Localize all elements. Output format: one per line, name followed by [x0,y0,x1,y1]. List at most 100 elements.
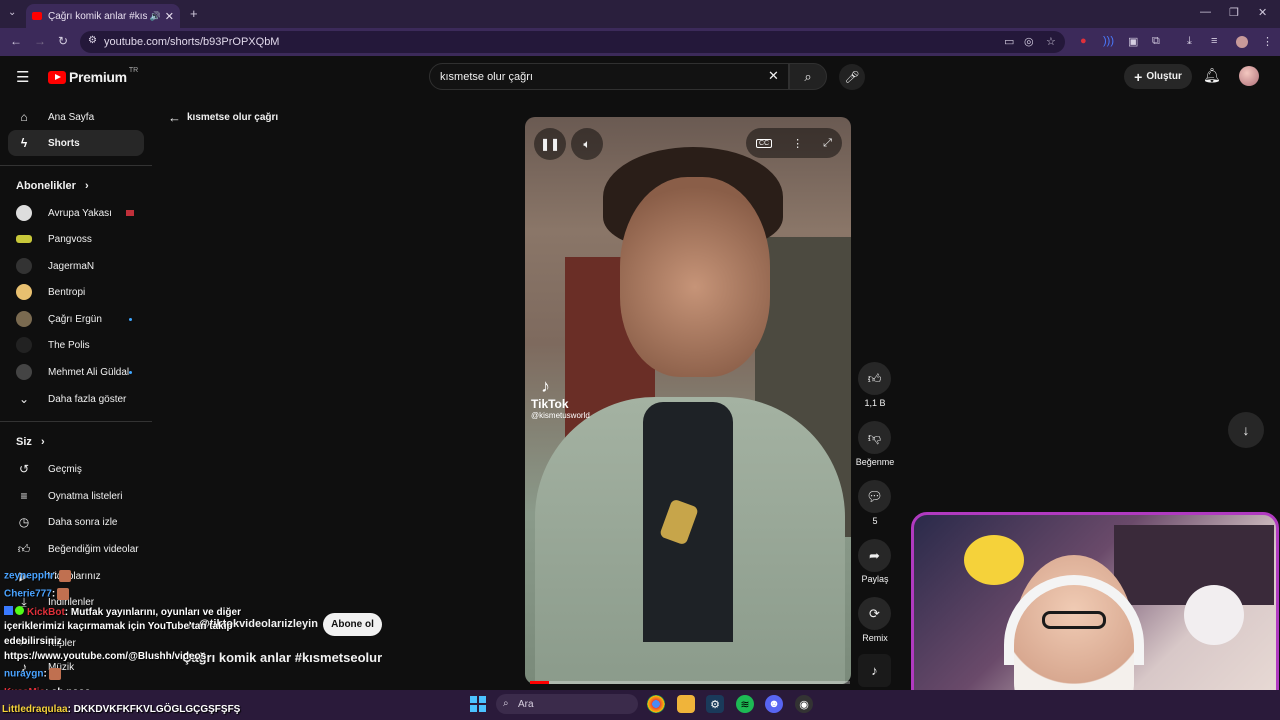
clear-search-icon[interactable]: ✕ [768,68,779,84]
file-explorer-icon[interactable] [677,695,695,713]
sidebar-channel-jagerman[interactable]: JagermaN [8,253,144,279]
address-bar[interactable]: ⚙ youtube.com/shorts/b93PrOPXQbM [80,31,1065,53]
share-icon: ➦ [869,547,880,563]
notifications-bell-icon[interactable]: 🔔︎ [1203,67,1221,84]
playlist-icon: ≡ [20,489,28,503]
sidebar-item-shorts[interactable]: ϟ Shorts [8,130,144,156]
reload-icon[interactable]: ↻ [58,34,68,48]
pause-icon: ❚❚ [539,137,561,151]
comment-count: 5 [872,516,878,526]
search-icon: ⌕ [503,698,509,709]
remix-button[interactable]: ⟳ [858,597,891,630]
chat-message: KickBot: Mutfak yayınlarını, oyunları ve… [4,606,241,618]
bot-badge-icon [4,606,13,615]
window-close-icon[interactable]: ✕ [1258,6,1267,19]
emote-icon [48,668,61,680]
sidebar-channel-bentropi[interactable]: Bentropi [8,279,144,305]
chat-message: https://www.youtube.com/@Blushh/videos [4,651,207,662]
sidebar-channel-the-polis[interactable]: The Polis [8,332,144,358]
new-content-dot [129,371,132,374]
eye-off-icon[interactable]: ◎ [1024,35,1034,48]
audio-playing-icon[interactable]: 🔊 [150,11,161,22]
browser-tab[interactable]: Çağrı komik anlar #kısmets 🔊 ✕ [26,4,180,28]
channel-avatar [16,235,32,243]
more-options-icon[interactable]: ⋮ [792,137,803,150]
share-button[interactable]: ➦ [858,539,891,572]
tab-list-icon[interactable]: ⌄ [8,7,16,18]
extension-red-icon[interactable]: ● [1080,35,1087,47]
voice-search-button[interactable]: 🎤︎ [839,64,865,90]
dislike-button[interactable]: 👎︎ [858,421,891,454]
minimize-icon[interactable]: — [1200,6,1211,18]
chrome-icon[interactable] [647,695,665,713]
captions-icon[interactable]: CC [756,138,773,148]
new-tab-icon[interactable]: + [190,6,198,21]
next-video-button[interactable]: ↓ [1228,412,1264,448]
search-button[interactable]: ⌕ [789,63,827,90]
video-title[interactable]: Çağrı komik anlar #kısmetseolur [182,650,382,665]
create-button[interactable]: + Oluştur [1124,64,1192,89]
comments-button[interactable]: 💬︎ [858,480,891,513]
dislike-label: Beğenme [855,457,895,467]
pause-button[interactable]: ❚❚ [534,128,566,160]
sidebar-item-watch-later[interactable]: ◷ Daha sonra izle [8,509,144,535]
sidebar-item-liked-videos[interactable]: 👍︎ Beğendiğim videolar [8,536,144,562]
sidebar-item-playlists[interactable]: ≡ Oynatma listeleri [8,483,144,509]
channel-avatar [16,284,32,300]
chevron-right-icon: › [84,180,89,192]
download-icon[interactable]: ⤓ [1187,35,1192,48]
subscriptions-heading[interactable]: Abonelikler › [16,180,89,192]
sidebar-channel-avrupa-yakasi[interactable]: Avrupa Yakası [8,200,144,226]
extensions-puzzle-icon[interactable]: ⧉ [1152,35,1160,48]
chat-message: edebilirsiniz [4,636,62,647]
bookmark-star-icon[interactable]: ☆ [1046,35,1056,48]
fullscreen-icon[interactable]: ⤢ [823,137,832,150]
sidebar-channel-cagri-ergun[interactable]: Çağrı Ergün [8,306,144,332]
tab-close-icon[interactable]: ✕ [165,10,174,23]
discord-icon[interactable]: ☻ [765,695,783,713]
sidebar-item-history[interactable]: ↺ Geçmiş [8,456,144,482]
profile-avatar[interactable] [1236,36,1248,48]
like-count: 1,1 B [864,398,886,408]
volume-button[interactable]: 🔈︎ [571,128,603,160]
divider [0,421,152,422]
taskbar-search-input[interactable]: ⌕ Ara [496,694,638,714]
chat-message: Cherie777: [4,588,70,600]
browser-menu-icon[interactable]: ⋮ [1262,35,1273,48]
back-arrow-icon[interactable]: ← [10,34,22,48]
tiktok-watermark: ♪ TikTok @kismetusworld [531,376,590,420]
account-avatar[interactable] [1239,66,1259,86]
subscribe-button[interactable]: Abone ol [323,613,382,636]
video-progress-bar[interactable] [530,681,850,684]
like-button[interactable]: 👍︎ [858,362,891,395]
share-label: Paylaş [861,574,889,584]
forward-arrow-icon[interactable]: → [34,34,46,48]
tiktok-icon: ♪ [541,376,550,396]
youtube-premium-logo[interactable]: Premium TR [48,67,138,85]
cast-icon[interactable]: ▭ [1004,35,1014,48]
windows-start-icon[interactable] [470,696,486,712]
restore-icon[interactable]: ❐ [1229,6,1239,19]
obs-icon[interactable]: ◉ [795,695,813,713]
steam-icon[interactable]: ⚙ [706,695,724,713]
extension-box-icon[interactable]: ▣ [1128,35,1138,48]
extension-blue-icon[interactable]: ))) [1103,35,1114,47]
sound-thumbnail[interactable]: ♪ [858,654,891,687]
reading-list-icon[interactable]: ≡ [1211,35,1217,47]
emote-icon [59,570,72,582]
progress-fill [530,681,550,684]
sidebar-channel-pangvoss[interactable]: Pangvoss [8,226,144,252]
webcam-frame [964,535,1024,585]
webcam-frame [1042,611,1106,629]
you-heading[interactable]: Siz › [16,436,45,448]
spotify-icon[interactable]: ≋ [736,695,754,713]
thumbs-up-icon: 👍︎ [867,370,882,386]
site-info-icon[interactable]: ⚙ [88,35,97,46]
sidebar-item-home[interactable]: ⌂ Ana Sayfa [8,104,144,130]
search-input[interactable]: kısmetse olur çağrı [429,63,789,90]
hamburger-menu-icon[interactable]: ☰ [16,68,29,86]
back-to-search-link[interactable]: ← kısmetse olur çağrı [168,110,278,125]
sidebar-show-more[interactable]: ⌄ Daha fazla göster [8,386,144,412]
sidebar-channel-mehmet-ali-guldal[interactable]: Mehmet Ali Güldal [8,359,144,385]
remix-label: Remix [862,633,888,643]
